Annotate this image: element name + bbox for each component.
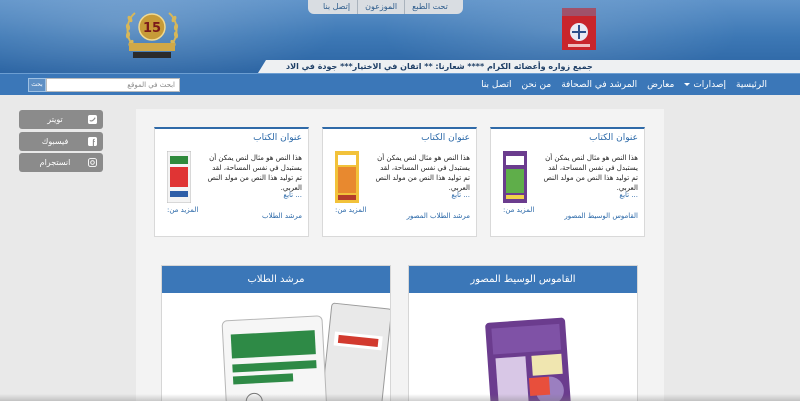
book-card-more-link[interactable]: ... تابع	[619, 191, 638, 199]
book-thumbnail[interactable]	[503, 151, 527, 203]
search-bar: بحث	[28, 78, 180, 92]
book-thumbnail[interactable]	[167, 151, 191, 203]
book-card-more-link[interactable]: ... تابع	[283, 191, 302, 199]
facebook-icon	[88, 137, 97, 146]
nav-publications[interactable]: إصدارات	[679, 74, 731, 96]
nav-press[interactable]: المرشد في الصحافة	[556, 74, 642, 96]
top-link-contact[interactable]: إتصل بنا	[316, 0, 357, 14]
top-links: تحت الطبع الموزعون إتصل بنا	[308, 0, 463, 14]
social-facebook-label: فيسبوك	[41, 137, 69, 146]
book-card-title[interactable]: عنوان الكتاب	[253, 133, 302, 143]
social-twitter-label: تويتر	[47, 115, 63, 124]
book-card-series-link[interactable]: القاموس الوسيط المصور	[564, 212, 638, 220]
book-card: عنوان الكتاب هذا النص هو مثال لنص يمكن أ…	[490, 127, 645, 237]
social-twitter-button[interactable]: تويتر	[19, 110, 103, 129]
book-card-more-link[interactable]: ... تابع	[451, 191, 470, 199]
book-card-description: هذا النص هو مثال لنص يمكن أن يستبدل في ن…	[543, 154, 638, 192]
nav-publications-label: إصدارات	[693, 80, 726, 90]
main-content: عنوان الكتاب هذا النص هو مثال لنص يمكن أ…	[136, 109, 664, 401]
instagram-icon	[88, 158, 97, 167]
book-card-description: هذا النص هو مثال لنص يمكن أن يستبدل في ن…	[207, 154, 302, 192]
nav-exhibitions[interactable]: معارض	[642, 74, 679, 96]
featured-book-panel: القاموس الوسيط المصور	[408, 265, 638, 401]
nav-home[interactable]: الرئيسية	[731, 74, 772, 96]
ticker-text: جميع زواره وأعضائه الكرام **** شعارنا: *…	[286, 62, 593, 71]
top-link-under-print[interactable]: تحت الطبع	[404, 0, 455, 14]
book-card-series-link[interactable]: مرشد الطلاب المصور	[407, 212, 470, 220]
social-instagram-button[interactable]: انستجرام	[19, 153, 103, 172]
book-thumbnail[interactable]	[335, 151, 359, 203]
twitter-icon	[88, 115, 97, 124]
chevron-down-icon	[684, 83, 691, 86]
nav-contact[interactable]: اتصل بنا	[476, 74, 516, 96]
site-logo[interactable]	[562, 8, 596, 50]
top-link-distributors[interactable]: الموزعون	[357, 0, 404, 14]
book-card-title[interactable]: عنوان الكتاب	[421, 133, 470, 143]
book-card: عنوان الكتاب هذا النص هو مثال لنص يمكن أ…	[154, 127, 309, 237]
book-card-description: هذا النص هو مثال لنص يمكن أن يستبدل في ن…	[375, 154, 470, 192]
main-navbar: الرئيسية إصدارات معارض المرشد في الصحافة…	[0, 73, 800, 95]
book-card-more-from: المزيد من:	[503, 206, 535, 214]
featured-book-title[interactable]: مرشد الطلاب	[162, 266, 390, 293]
book-card-more-from: المزيد من:	[335, 206, 367, 214]
site-header: تحت الطبع الموزعون إتصل بنا 15 جميع زوار…	[0, 0, 800, 73]
social-facebook-button[interactable]: فيسبوك	[19, 132, 103, 151]
search-button[interactable]: بحث	[28, 78, 46, 92]
featured-book-cover[interactable]	[162, 293, 391, 401]
featured-book-title[interactable]: القاموس الوسيط المصور	[409, 266, 637, 293]
book-card-series-link[interactable]: مرشد الطلاب	[262, 212, 302, 220]
book-card-title[interactable]: عنوان الكتاب	[589, 133, 638, 143]
news-ticker: جميع زواره وأعضائه الكرام **** شعارنا: *…	[258, 60, 800, 73]
featured-book-panel: مرشد الطلاب	[161, 265, 391, 401]
featured-book-cover[interactable]	[409, 293, 638, 401]
book-card: عنوان الكتاب هذا النص هو مثال لنص يمكن أ…	[322, 127, 477, 237]
page-bottom-edge	[0, 394, 800, 401]
badge-number: 15	[143, 21, 161, 36]
nav-menu: الرئيسية إصدارات معارض المرشد في الصحافة…	[476, 74, 772, 96]
search-input[interactable]	[46, 78, 180, 92]
anniversary-badge: 15	[125, 12, 179, 58]
social-instagram-label: انستجرام	[39, 158, 71, 167]
nav-about[interactable]: من نحن	[517, 74, 557, 96]
book-card-more-from: المزيد من:	[167, 206, 199, 214]
